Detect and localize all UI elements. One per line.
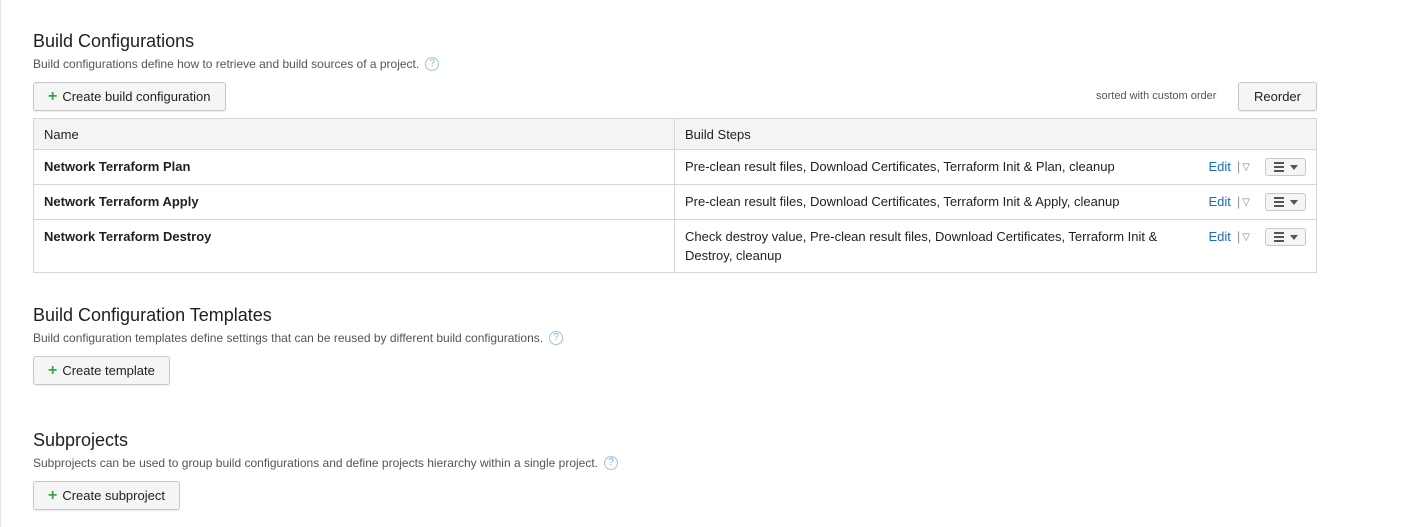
config-steps-cell: Pre-clean result files, Download Certifi…	[674, 184, 1317, 220]
reorder-button[interactable]: Reorder	[1238, 82, 1317, 111]
build-configurations-header: Build Configurations Build configuration…	[33, 30, 440, 71]
caret-down-icon	[1289, 234, 1298, 240]
edit-link[interactable]: Edit	[1209, 157, 1231, 176]
build-configurations-title: Build Configurations	[33, 31, 195, 51]
column-header-build-steps: Build Steps	[674, 118, 1317, 150]
config-steps: Pre-clean result files, Download Certifi…	[685, 159, 1115, 174]
list-menu-icon	[1273, 232, 1284, 242]
caret-down-icon	[1289, 164, 1298, 170]
templates-description: Build configuration templates define set…	[33, 331, 564, 345]
edit-link[interactable]: Edit	[1209, 192, 1231, 211]
config-steps-cell: Check destroy value, Pre-clean result fi…	[674, 219, 1317, 273]
triangle-down-icon[interactable]: ▽	[1242, 193, 1250, 212]
row-actions: Edit | ▽	[1209, 157, 1306, 177]
templates-title: Build Configuration Templates	[33, 305, 272, 325]
table-row: Network Terraform Destroy Check destroy …	[33, 219, 1317, 273]
config-steps: Pre-clean result files, Download Certifi…	[685, 194, 1120, 209]
separator: |	[1236, 159, 1241, 174]
table-row: Network Terraform Apply Pre-clean result…	[33, 184, 1317, 220]
separator: |	[1236, 194, 1241, 209]
actions-menu-button[interactable]	[1265, 193, 1306, 211]
subprojects-description: Subprojects can be used to group build c…	[33, 456, 619, 470]
edit-link[interactable]: Edit	[1209, 227, 1231, 246]
row-actions: Edit | ▽	[1209, 227, 1306, 265]
caret-down-icon	[1289, 199, 1298, 205]
table-row: Network Terraform Plan Pre-clean result …	[33, 149, 1317, 185]
create-template-label: Create template	[62, 363, 155, 378]
separator: |	[1236, 229, 1241, 244]
subprojects-header: Subprojects Subprojects can be used to g…	[33, 429, 619, 470]
left-divider	[0, 0, 1, 527]
row-actions: Edit | ▽	[1209, 192, 1306, 212]
actions-menu-button[interactable]	[1265, 158, 1306, 176]
sort-note: sorted with custom order	[1096, 90, 1217, 102]
subprojects-description-text: Subprojects can be used to group build c…	[33, 456, 599, 470]
build-configurations-table: Name Build Steps Network Terraform Plan …	[33, 118, 1317, 273]
create-template-button[interactable]: + Create template	[33, 356, 170, 385]
templates-header: Build Configuration Templates Build conf…	[33, 304, 564, 345]
list-menu-icon	[1273, 197, 1284, 207]
build-configurations-description: Build configurations define how to retri…	[33, 57, 440, 71]
triangle-down-icon[interactable]: ▽	[1242, 158, 1250, 177]
list-menu-icon	[1273, 162, 1284, 172]
templates-description-text: Build configuration templates define set…	[33, 331, 544, 345]
build-configurations-description-text: Build configurations define how to retri…	[33, 57, 420, 71]
config-name[interactable]: Network Terraform Destroy	[33, 219, 675, 273]
table-header-row: Name Build Steps	[33, 118, 1317, 150]
help-icon[interactable]: ?	[425, 57, 440, 71]
plus-icon: +	[48, 361, 58, 379]
create-subproject-button[interactable]: + Create subproject	[33, 481, 180, 510]
column-header-name: Name	[33, 118, 675, 150]
actions-menu-button[interactable]	[1265, 228, 1306, 246]
config-name[interactable]: Network Terraform Apply	[33, 184, 675, 220]
plus-icon: +	[48, 486, 58, 504]
create-build-configuration-label: Create build configuration	[62, 89, 211, 104]
plus-icon: +	[48, 87, 58, 105]
config-steps-cell: Pre-clean result files, Download Certifi…	[674, 149, 1317, 185]
create-subproject-label: Create subproject	[62, 488, 165, 503]
triangle-down-icon[interactable]: ▽	[1242, 228, 1250, 247]
help-icon[interactable]: ?	[604, 456, 619, 470]
config-name[interactable]: Network Terraform Plan	[33, 149, 675, 185]
subprojects-title: Subprojects	[33, 430, 129, 450]
help-icon[interactable]: ?	[549, 331, 564, 345]
create-build-configuration-button[interactable]: + Create build configuration	[33, 82, 226, 111]
config-steps: Check destroy value, Pre-clean result fi…	[685, 229, 1158, 263]
